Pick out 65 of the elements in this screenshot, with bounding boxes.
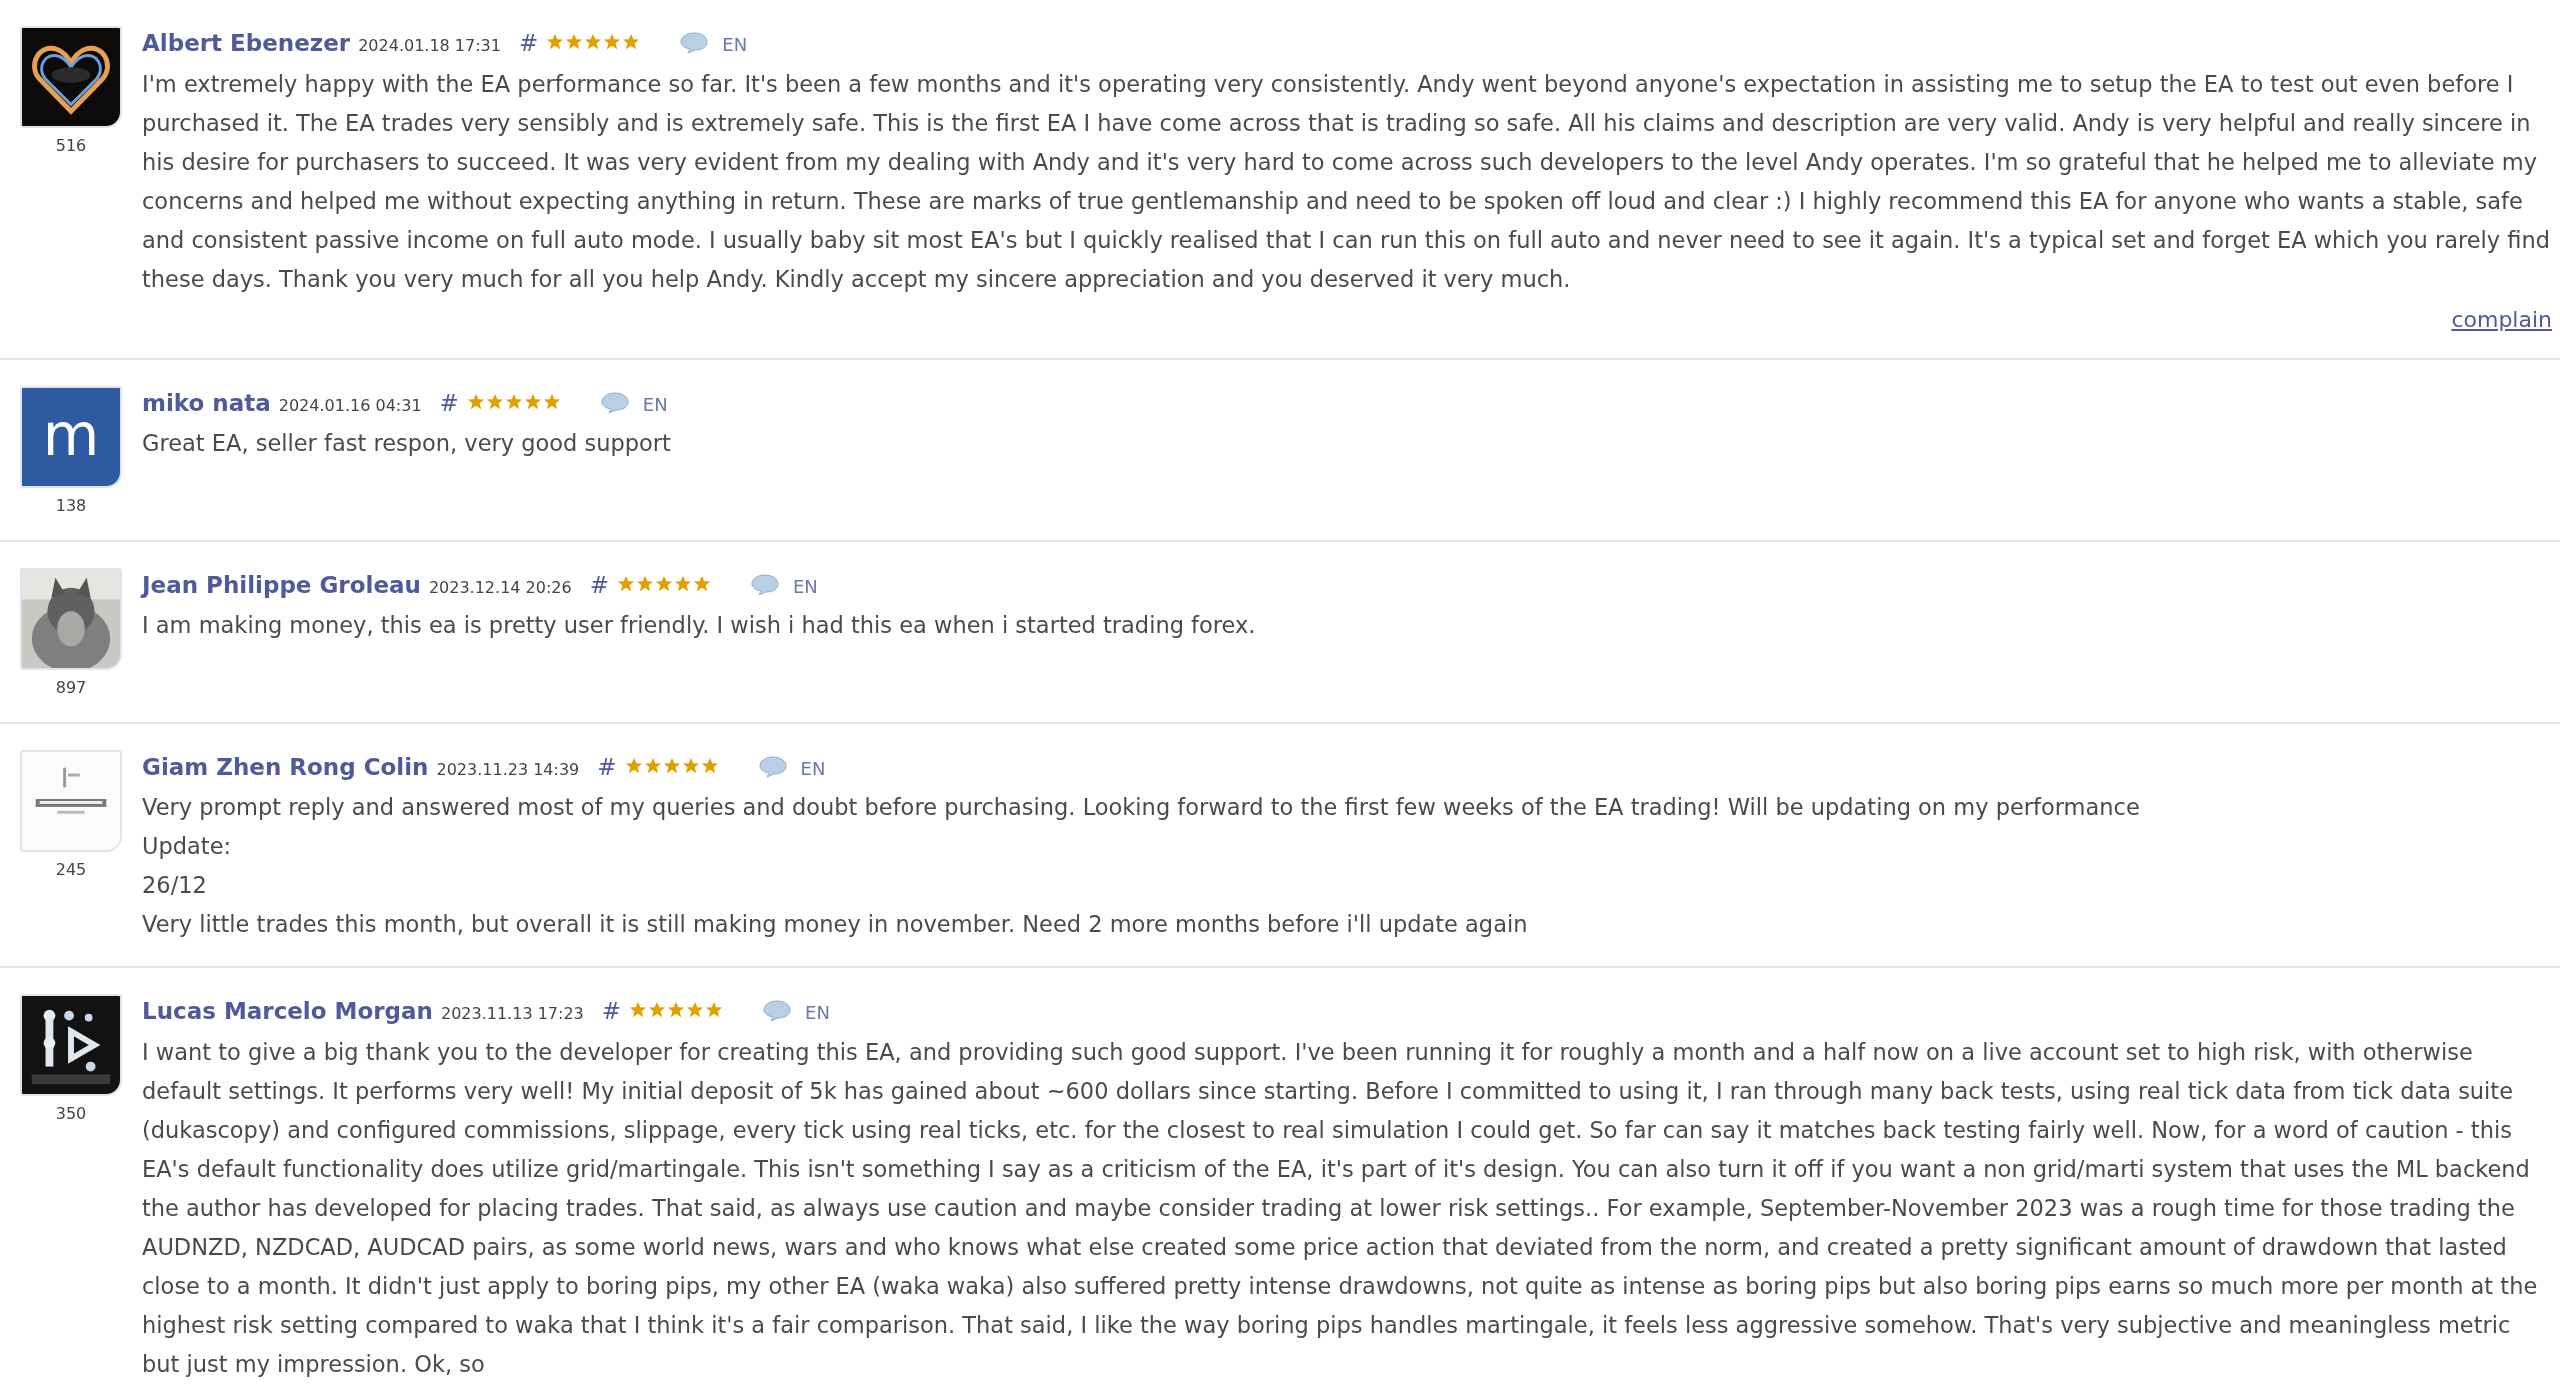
star-icon (692, 574, 711, 593)
language-link[interactable]: EN (805, 999, 830, 1026)
review-text: I want to give a big thank you to the developer for creating this EA, and providing such good support. I've been running it for roughly a month and a half now on a live account set to high risk, with otherwise default settings. It performs very well! My initial deposit of 5k has gained about ~600 dollars since starting. Before I committed to using it, I ran through many back tests, using real tick data from tick data suite (dukascopy) and configured commissions, slippage, every tick using real ticks, etc. for the closest to real simulation I could get. So far can say it matches back testing fairly well. Now, for a word of caution - this EA's default functionality does utilize grid/martingale. This isn't something I say as a criticism of the EA, it's part of it's design. You can also turn it off if you want a non grid/marti system that uses the ML backend the author has developed for placing trades. That said, as always use caution and maybe consider trading at lower risk settings.. For example, September-November 2023 was a rough time for those trading the AUDNZD, NZDCAD, AUDCAD pairs, as some world news, wars and who knows what else created some price action that deviated from the norm, and created a pretty significant amount of drawdown that lasted close to a month. It didn't just apply to boring pips, my other EA (waka waka) also suffered pretty intense drawdowns, not quite as intense as boring pips but also boring pips earns so much more per month at the highest risk setting compared to waka that I think it's a fair comparison. That said, I like the way boring pips handles martingale, it feels less aggressive somehow. That's very subjective and meaningless metric but just my impression. Ok, so (142, 1037, 2539, 1379)
star-icon (686, 1001, 705, 1019)
author-link[interactable]: Albert Ebenezer (142, 26, 351, 61)
complain-link[interactable]: complain (2451, 302, 2552, 336)
star-icon (624, 756, 643, 775)
permalink[interactable]: # (601, 994, 622, 1029)
star-icon (523, 392, 542, 411)
star-icon (643, 756, 662, 775)
review-date: 2023.11.13 17:23 (440, 1003, 584, 1025)
review-date: 2024.01.18 17:31 (358, 35, 501, 57)
rating-count: 245 (55, 858, 87, 881)
rating-count: 138 (55, 494, 87, 517)
speech-bubble-icon[interactable] (763, 1000, 792, 1023)
review-text: I'm extremely happy with the EA performance so far. It's been a few months and it's operating very consistently. Andy went beyond anyone's expectation in assisting me to setup the EA to test out even before I purchased it. The EA trades very sensibly and is extremely safe. This is the first EA I have come across that is trading so safe. All his claims and description are very valid. Andy is very helpful and really sincere in his desire for purchasers to succeed. It was very evident from my dealing with Andy and it's very hard to come across such developers to the level Andy operates. I'm so grateful that he helped me to alleviate my concerns and helped me without expecting anything in return. These are marks of true gentlemanship and need to be spoken off loud and clear :) I highly recommend this EA for anyone who wants a stable, safe and consistent passive income on full auto mode. I usually baby sit most EA's but I quickly realised that I can run this on full auto and never need to see it again. It's a typical set and forget EA which you rarely find these days. Thank you very much for all you help Andy. Kindly accept my sincere appreciation and you deserved it very much. (142, 69, 2551, 294)
star-icon (584, 33, 603, 51)
language-link[interactable]: EN (642, 390, 668, 418)
speech-bubble-icon[interactable] (758, 755, 787, 778)
permalink[interactable]: # (589, 567, 609, 602)
review-text: Update: (142, 832, 233, 861)
speech-bubble-icon[interactable] (680, 32, 709, 55)
permalink[interactable]: # (439, 385, 459, 420)
star-icon (648, 1001, 667, 1019)
star-icon (629, 1001, 648, 1019)
star-icon (635, 574, 654, 593)
star-icon (603, 33, 622, 51)
speech-bubble-icon[interactable] (600, 391, 629, 414)
star-icon (662, 756, 681, 775)
author-link[interactable]: Jean Philippe Groleau (142, 567, 421, 602)
star-icon (616, 574, 635, 593)
review-date: 2024.01.16 04:31 (278, 394, 422, 417)
star-icon (654, 574, 673, 593)
star-icon (622, 33, 641, 51)
rating-count: 350 (55, 1103, 87, 1125)
star-icon (673, 574, 692, 593)
speech-bubble-icon[interactable] (750, 573, 779, 596)
review-text: Very little trades this month, but overall it is still making money in november. Need 2 more months before i'll update again (142, 910, 1529, 939)
language-link[interactable]: EN (800, 754, 826, 782)
star-icon (705, 1001, 724, 1019)
star-icon (681, 756, 700, 775)
review-text: Very prompt reply and answered most of my queries and doubt before purchasing. Looking forward to the first few weeks of the EA trading! Will be updating on my performance (142, 793, 2141, 822)
author-link[interactable]: Giam Zhen Rong Colin (142, 749, 429, 784)
author-link[interactable]: miko nata (142, 385, 271, 420)
avatar[interactable]: m (20, 385, 122, 488)
star-icon (504, 392, 523, 411)
review-text: I am making money, this ea is pretty user friendly. I wish i had this ea when i started trading forex. (142, 611, 1257, 640)
star-icon (667, 1001, 686, 1019)
star-icon (700, 756, 719, 775)
star-icon (565, 33, 584, 51)
language-link[interactable]: EN (792, 572, 818, 600)
star-icon (542, 392, 561, 411)
review-text: 26/12 (142, 871, 208, 900)
star-icon (485, 392, 504, 411)
review-text: Great EA, seller fast respon, very good support (142, 429, 672, 458)
review-date: 2023.12.14 20:26 (428, 576, 572, 599)
rating-count: 897 (55, 676, 87, 699)
review-date: 2023.11.23 14:39 (436, 758, 580, 781)
language-link[interactable]: EN (722, 31, 748, 58)
permalink[interactable]: # (519, 26, 539, 61)
author-link[interactable]: Lucas Marcelo Morgan (142, 994, 433, 1029)
star-icon (466, 392, 485, 411)
star-icon (546, 33, 565, 51)
rating-count: 516 (55, 135, 87, 157)
permalink[interactable]: # (597, 749, 617, 784)
